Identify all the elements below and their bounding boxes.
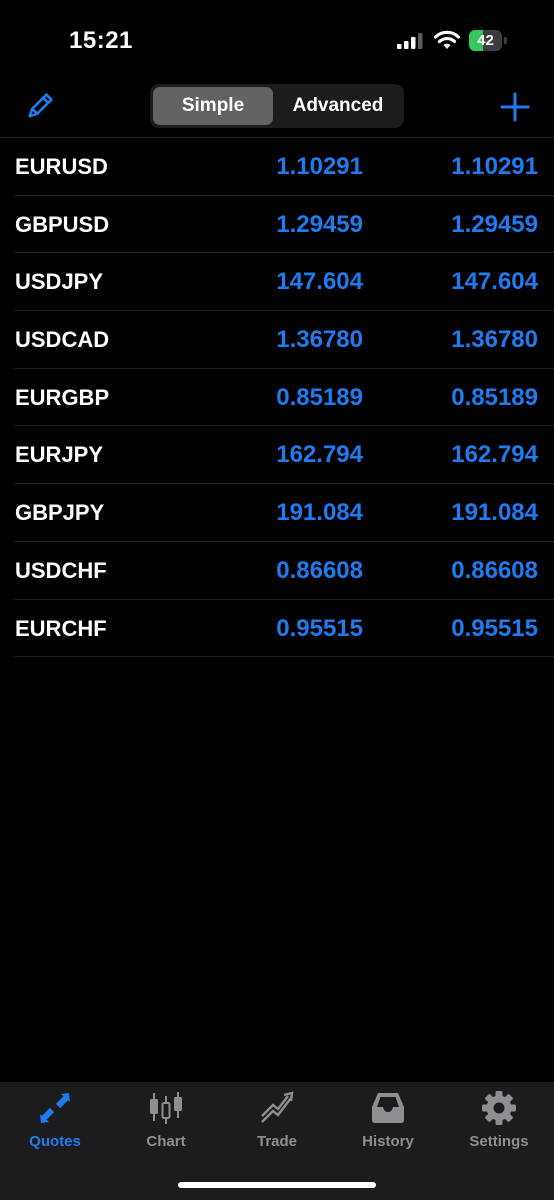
tab-label: Quotes — [29, 1133, 81, 1150]
tab-history[interactable]: History — [333, 1082, 443, 1162]
quote-row[interactable]: GBPUSD 1.29459 1.29459 — [0, 196, 554, 254]
quote-ask: 1.29459 — [451, 210, 538, 238]
quote-row[interactable]: EURGBP 0.85189 0.85189 — [0, 369, 554, 427]
quote-row[interactable]: USDCAD 1.36780 1.36780 — [0, 311, 554, 369]
tab-settings[interactable]: Settings — [444, 1082, 554, 1162]
quote-row[interactable]: EURUSD 1.10291 1.10291 — [0, 138, 554, 196]
quote-bid: 162.794 — [276, 441, 363, 469]
quote-bid: 1.36780 — [276, 326, 363, 354]
quote-ask: 191.084 — [451, 499, 538, 527]
battery-percent: 42 — [477, 32, 494, 49]
status-bar: 15:21 42 — [0, 0, 554, 80]
quote-bid: 0.95515 — [276, 614, 363, 642]
quote-ask: 162.794 — [451, 441, 538, 469]
wifi-icon — [434, 30, 460, 49]
quote-row[interactable]: USDCHF 0.86608 0.86608 — [0, 542, 554, 600]
quote-ask: 1.36780 — [451, 326, 538, 354]
quote-row[interactable]: GBPJPY 191.084 191.084 — [0, 484, 554, 542]
trade-icon — [261, 1091, 294, 1123]
tab-simple[interactable]: Simple — [153, 87, 273, 125]
quote-bid: 147.604 — [276, 268, 363, 296]
pencil-edit-icon[interactable] — [24, 92, 54, 122]
tab-label: Settings — [469, 1133, 529, 1150]
tab-label: Chart — [146, 1133, 186, 1150]
quote-bid: 0.86608 — [276, 556, 363, 584]
quote-bid: 191.084 — [276, 499, 363, 527]
quote-symbol: USDCAD — [15, 327, 110, 353]
quote-bid: 1.29459 — [276, 210, 363, 238]
quote-row[interactable]: EURCHF 0.95515 0.95515 — [0, 600, 554, 658]
quote-row[interactable]: EURJPY 162.794 162.794 — [0, 426, 554, 484]
quote-symbol: EURCHF — [15, 615, 107, 641]
quote-symbol: EURUSD — [15, 154, 108, 179]
quote-bid: 0.85189 — [276, 383, 363, 411]
tab-chart[interactable]: Chart — [111, 1082, 221, 1162]
tab-label: Trade — [256, 1133, 298, 1150]
view-mode-segmented-control: Simple Advanced — [150, 84, 404, 128]
chart-icon — [150, 1092, 182, 1124]
quote-ask: 0.95515 — [451, 614, 538, 642]
quote-row[interactable]: USDJPY 147.604 147.604 — [0, 253, 554, 311]
tab-quotes[interactable]: Quotes — [0, 1082, 110, 1162]
quote-symbol: EURGBP — [15, 384, 110, 410]
tab-advanced[interactable]: Advanced — [275, 87, 401, 125]
gear-icon — [482, 1091, 516, 1125]
quotes-icon — [40, 1093, 70, 1123]
tab-trade[interactable]: Trade — [222, 1082, 332, 1162]
quote-symbol: USDCHF — [15, 557, 107, 583]
cellular-signal-icon — [397, 33, 423, 49]
quote-bid: 1.10291 — [276, 153, 363, 180]
status-time: 15:21 — [69, 27, 133, 54]
add-symbol-icon[interactable] — [500, 92, 530, 122]
quotes-list: EURUSD 1.10291 1.10291 GBPUSD 1.29459 1.… — [0, 138, 554, 657]
quote-symbol: USDJPY — [15, 269, 104, 295]
quote-symbol: GBPUSD — [15, 211, 110, 237]
history-icon — [372, 1093, 404, 1123]
quote-symbol: GBPJPY — [15, 500, 105, 526]
quote-ask: 147.604 — [451, 268, 538, 296]
quote-symbol: EURJPY — [15, 442, 104, 468]
tab-label: History — [362, 1133, 414, 1150]
battery-indicator: 42 — [469, 30, 509, 51]
quote-ask: 1.10291 — [451, 153, 538, 180]
quote-ask: 0.86608 — [451, 556, 538, 584]
quote-ask: 0.85189 — [451, 383, 538, 411]
home-indicator — [178, 1182, 376, 1188]
